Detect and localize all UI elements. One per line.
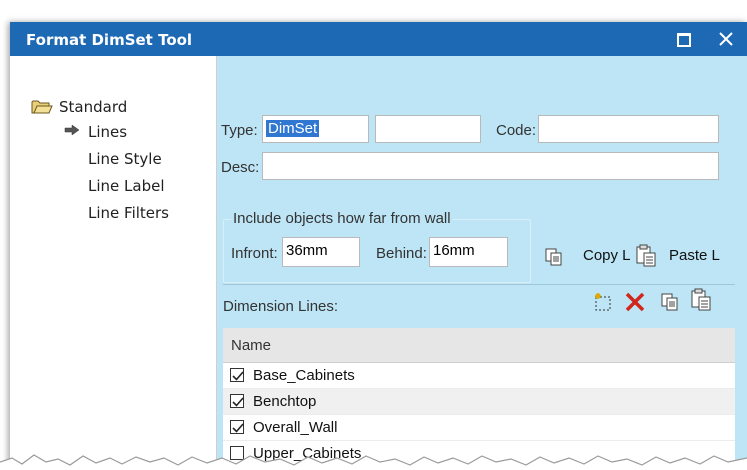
maximize-button[interactable]: [662, 22, 704, 56]
dimension-lines-label: Dimension Lines:: [223, 298, 339, 315]
infront-label: Infront:: [231, 245, 278, 262]
list-item[interactable]: Base_Cabinets: [223, 363, 735, 389]
new-line-icon[interactable]: [592, 291, 614, 313]
behind-label: Behind:: [376, 245, 427, 262]
tree-item-line-style[interactable]: Line Style: [88, 150, 162, 168]
type-input-value: DimSet: [266, 120, 320, 137]
tree-item-standard[interactable]: Standard: [59, 98, 127, 116]
desc-label: Desc:: [221, 159, 260, 176]
tree-item-line-label[interactable]: Line Label: [88, 177, 165, 195]
name-column-header[interactable]: Name: [223, 328, 735, 363]
list-item-label: Overall_Wall: [253, 419, 338, 436]
tree-item-lines[interactable]: Lines: [88, 123, 127, 141]
paste-line-icon[interactable]: [689, 288, 713, 312]
window-title: Format DimSet Tool: [26, 31, 193, 49]
check-icon: [232, 371, 244, 381]
format-dimset-window: Format DimSet Tool Standard Lines Line S…: [10, 22, 747, 470]
include-objects-title: Include objects how far from wall: [231, 210, 453, 227]
check-icon: [232, 397, 244, 407]
paste-button[interactable]: Paste L: [669, 247, 720, 264]
close-button[interactable]: [705, 22, 747, 56]
infront-input[interactable]: 36mm: [282, 237, 360, 267]
check-icon: [232, 423, 244, 433]
copy-label: Copy L: [583, 247, 631, 264]
delete-icon[interactable]: [625, 292, 645, 312]
folder-icon: [31, 100, 53, 114]
format-panel: Type: DimSet Code: Desc: Include objects…: [217, 56, 747, 470]
title-bar: Format DimSet Tool: [10, 22, 747, 56]
arrow-right-icon: [64, 124, 80, 136]
desc-input[interactable]: [262, 152, 719, 180]
type-input[interactable]: DimSet: [262, 115, 369, 143]
type-label: Type:: [221, 122, 258, 139]
checkbox[interactable]: [230, 420, 244, 434]
copy-line-icon[interactable]: [661, 293, 679, 311]
close-icon: [719, 32, 733, 46]
tree-item-line-filters[interactable]: Line Filters: [88, 204, 169, 222]
copy-icon: [545, 248, 562, 266]
type-extra-input[interactable]: [375, 115, 481, 143]
navigation-tree: Standard Lines Line Style Line Label Lin…: [10, 56, 218, 470]
code-label: Code:: [496, 122, 537, 139]
torn-edge: [0, 454, 747, 470]
code-input[interactable]: [538, 115, 719, 143]
list-item[interactable]: Overall_Wall: [223, 415, 735, 441]
paste-icon: [636, 244, 656, 267]
list-item[interactable]: Benchtop: [223, 389, 735, 415]
name-column-label: Name: [231, 337, 272, 354]
list-item-label: Base_Cabinets: [253, 367, 355, 384]
checkbox[interactable]: [230, 394, 244, 408]
checkbox[interactable]: [230, 368, 244, 382]
list-item-label: Benchtop: [253, 393, 317, 410]
dimension-lines-toolbar: Dimension Lines:: [223, 284, 735, 327]
behind-input[interactable]: 16mm: [429, 237, 508, 267]
maximize-icon: [677, 33, 691, 47]
